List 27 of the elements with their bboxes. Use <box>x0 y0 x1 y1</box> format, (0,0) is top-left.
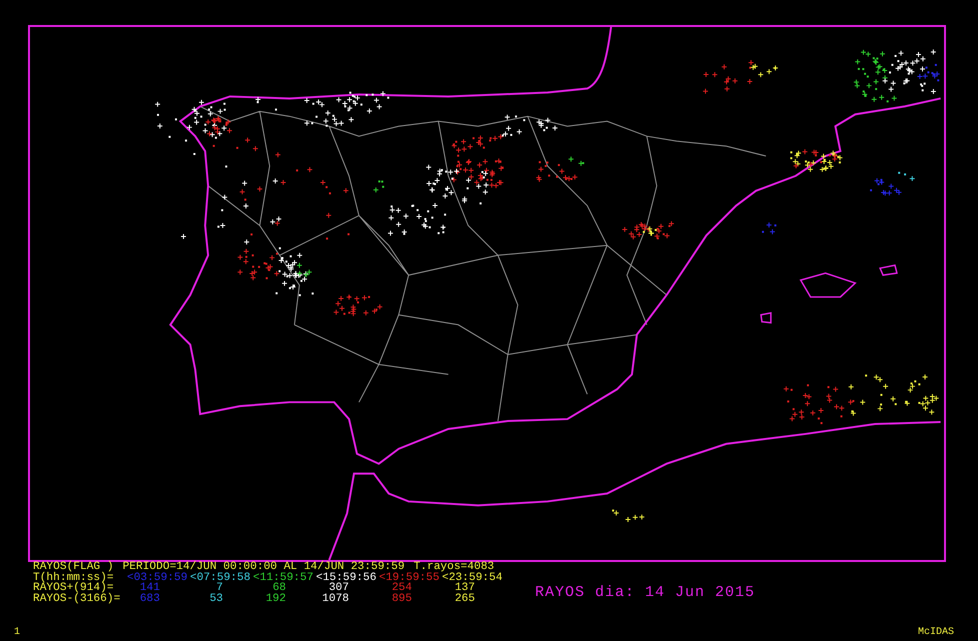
frame-number: 1 <box>14 627 20 638</box>
interval-time: <15:59:56 <box>316 572 378 583</box>
brand-label: McIDAS <box>918 627 954 638</box>
total-count: T.rayos=4083 <box>414 562 494 572</box>
negative-count: 683 <box>138 594 161 604</box>
negative-count: 192 <box>264 594 287 604</box>
interval-time: <03:59:59 <box>127 572 188 583</box>
positive-count: 7 <box>216 583 224 594</box>
positive-count: 68 <box>272 583 287 594</box>
positive-count: 137 <box>454 583 476 594</box>
negative-count: 895 <box>390 594 413 604</box>
negative-label: RAYOS-(3166)= <box>33 594 122 604</box>
negative-count: 53 <box>208 594 224 604</box>
flag-label: RAYOS(FLAG ) <box>33 562 114 572</box>
period-text: PERIODO=14/JUN 00:00:00 AL 14/JUN 23:59:59 <box>122 562 405 572</box>
positive-count: 141 <box>138 583 161 594</box>
interval-time: <07:59:58 <box>190 572 252 583</box>
positive-count: 307 <box>328 583 350 594</box>
negative-count: 1078 <box>321 594 350 604</box>
map-title: RAYOS dia: 14 Jun 2015 <box>535 584 756 601</box>
positive-label: RAYOS+(914)= <box>33 583 114 594</box>
interval-time: <23:59:54 <box>442 572 504 583</box>
interval-time: <11:59:57 <box>253 572 314 583</box>
positive-count: 254 <box>390 583 413 594</box>
negative-count: 265 <box>454 594 476 604</box>
interval-time: <19:59:55 <box>379 572 440 583</box>
interval-label: T(hh:mm:ss)= <box>33 572 115 583</box>
